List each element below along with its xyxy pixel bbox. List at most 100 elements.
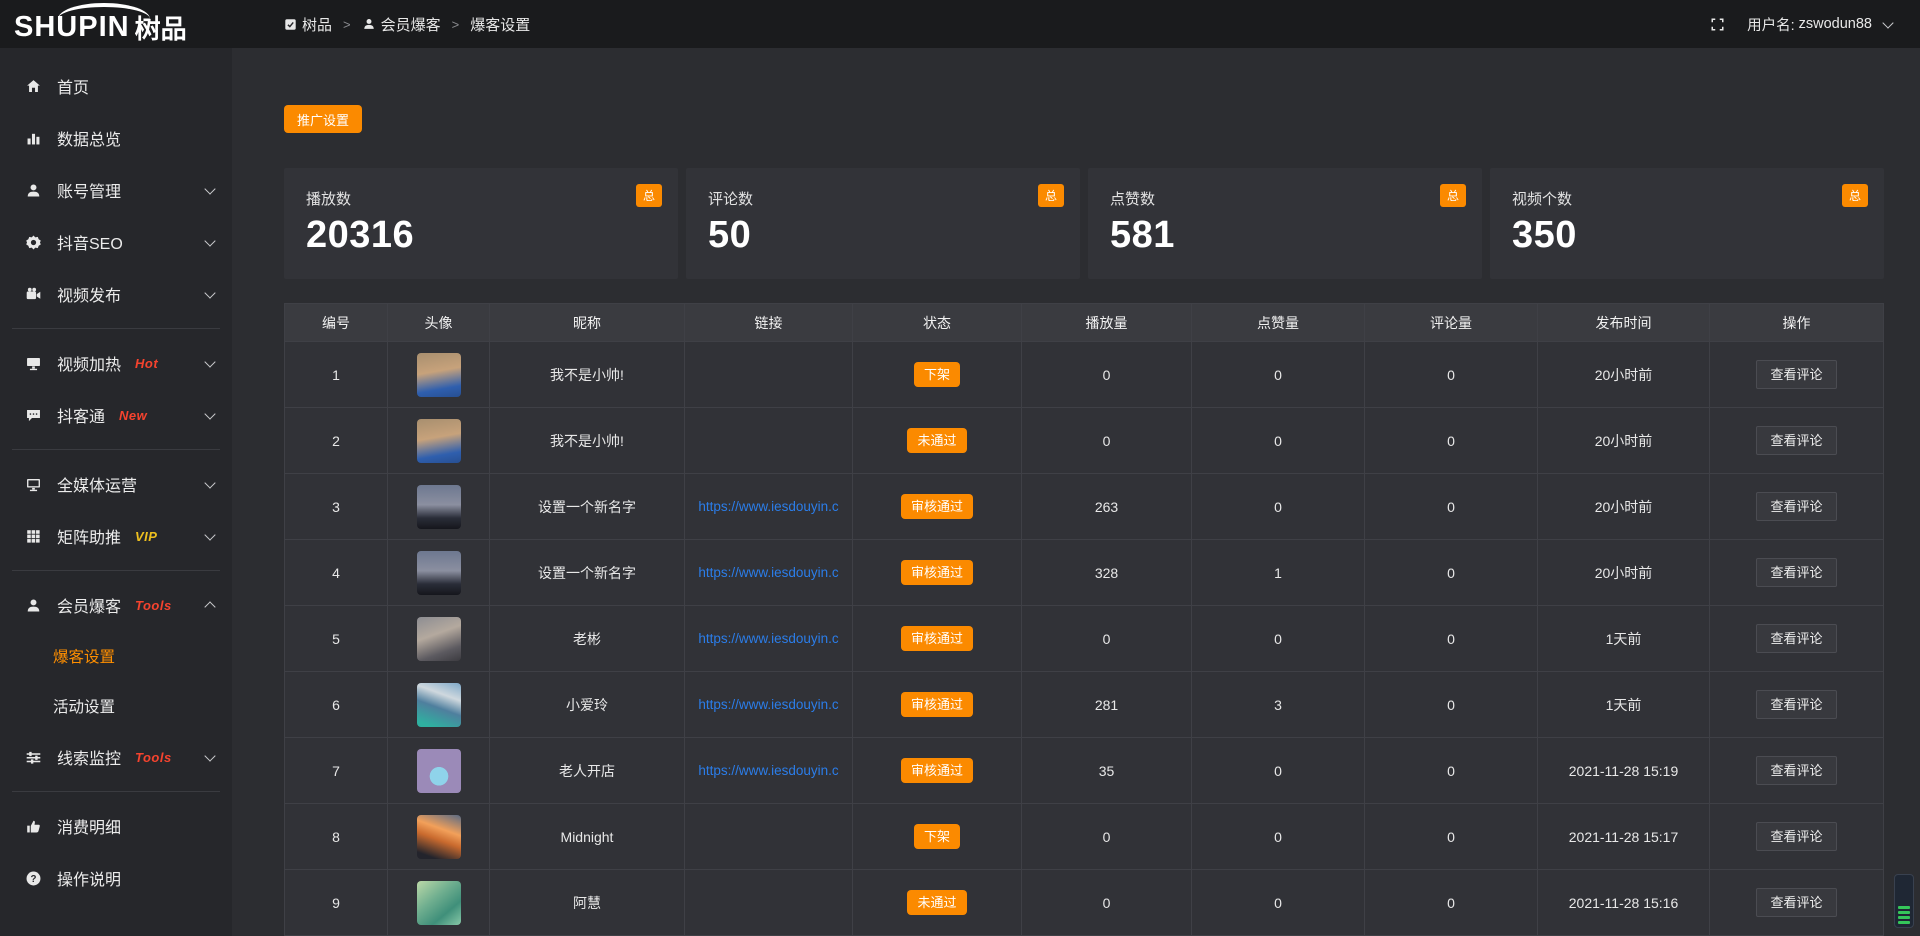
stat-value: 50	[708, 214, 1060, 257]
breadcrumb-separator: >	[452, 17, 460, 32]
column-header: 评论量	[1365, 304, 1538, 341]
cell-nickname: 我不是小帅!	[490, 408, 685, 473]
comment-icon	[24, 407, 42, 424]
chevron-down-icon	[1882, 17, 1893, 28]
cell-likes: 0	[1192, 804, 1365, 869]
sidebar-item-video-heating[interactable]: 视频加热Hot	[0, 337, 232, 389]
breadcrumb-item-shupin[interactable]: 树品	[284, 14, 332, 35]
cell-nickname: 设置一个新名字	[490, 540, 685, 605]
sidebar-item-clue-monitor[interactable]: 线索监控 Tools	[0, 731, 232, 783]
sidebar-divider	[12, 791, 220, 792]
user-menu[interactable]: 用户名: zswodun88	[1747, 14, 1892, 35]
cell-avatar	[388, 474, 490, 539]
cell-plays: 0	[1022, 804, 1192, 869]
sidebar-item-home[interactable]: 首页	[0, 60, 232, 112]
cell-actions: 查看评论	[1710, 474, 1883, 539]
table-row: 5老彬https://www.iesdouyin.c审核通过0001天前查看评论	[285, 606, 1883, 672]
view-comments-button[interactable]: 查看评论	[1756, 888, 1836, 917]
total-badge: 总	[1440, 184, 1466, 207]
sidebar-item-matrix-boost[interactable]: 矩阵助推VIP	[0, 510, 232, 562]
sidebar-item-data-overview[interactable]: 数据总览	[0, 112, 232, 164]
view-comments-button[interactable]: 查看评论	[1756, 558, 1836, 587]
sidebar-item-media-operation[interactable]: 全媒体运营	[0, 458, 232, 510]
view-comments-button[interactable]: 查看评论	[1756, 822, 1836, 851]
sidebar-item-label: 操作说明	[57, 866, 121, 890]
cell-nickname: 老人开店	[490, 738, 685, 803]
cell-link	[685, 408, 853, 473]
video-link[interactable]: https://www.iesdouyin.c	[691, 565, 846, 580]
cell-publish-time: 20小时前	[1538, 474, 1710, 539]
cell-likes: 0	[1192, 342, 1365, 407]
stats-row: 播放数20316总评论数50总点赞数581总视频个数350总	[284, 168, 1884, 279]
table-header-row: 编号头像昵称链接状态播放量点赞量评论量发布时间操作	[285, 304, 1883, 342]
cell-actions: 查看评论	[1710, 738, 1883, 803]
sidebar-subitem-baoke-settings[interactable]: 爆客设置	[0, 631, 232, 681]
sidebar-item-account-management[interactable]: 账号管理	[0, 164, 232, 216]
breadcrumb-item-baoke-settings[interactable]: 爆客设置	[470, 14, 530, 35]
breadcrumb-item-member-baoke[interactable]: 会员爆客	[362, 14, 441, 35]
cell-id: 6	[285, 672, 388, 737]
table-row: 2我不是小帅!未通过00020小时前查看评论	[285, 408, 1883, 474]
main-content: 推广设置 播放数20316总评论数50总点赞数581总视频个数350总 编号头像…	[232, 48, 1920, 936]
cell-link: https://www.iesdouyin.c	[685, 606, 853, 671]
sidebar-divider	[12, 570, 220, 571]
sidebar-item-operation-guide[interactable]: ?操作说明	[0, 852, 232, 904]
breadcrumb: 树品 > 会员爆客 > 爆客设置	[284, 14, 530, 35]
status-badge: 审核通过	[901, 560, 973, 585]
cell-likes: 3	[1192, 672, 1365, 737]
sidebar-item-member-baoke[interactable]: 会员爆客Tools	[0, 579, 232, 631]
promo-settings-button[interactable]: 推广设置	[284, 105, 362, 133]
video-link[interactable]: https://www.iesdouyin.c	[691, 499, 846, 514]
cell-id: 9	[285, 870, 388, 935]
topbar-right: 用户名: zswodun88	[1710, 14, 1920, 35]
chevron-down-icon	[204, 287, 215, 298]
view-comments-button[interactable]: 查看评论	[1756, 360, 1836, 389]
total-badge: 总	[1842, 184, 1868, 207]
app-logo[interactable]: SHUPIN 树品	[0, 0, 232, 48]
avatar	[417, 485, 461, 529]
column-header: 点赞量	[1192, 304, 1365, 341]
status-badge: 下架	[914, 362, 960, 387]
sidebar-item-consume-detail[interactable]: 消费明细	[0, 800, 232, 852]
cell-publish-time: 2021-11-28 15:16	[1538, 870, 1710, 935]
sidebar-badge-tools: Tools	[135, 750, 172, 765]
view-comments-button[interactable]: 查看评论	[1756, 426, 1836, 455]
cell-id: 5	[285, 606, 388, 671]
avatar	[417, 353, 461, 397]
sidebar-item-douyin-seo[interactable]: 抖音SEO	[0, 216, 232, 268]
cell-plays: 0	[1022, 408, 1192, 473]
chevron-up-icon	[204, 601, 215, 612]
cell-comments: 0	[1365, 672, 1538, 737]
view-comments-button[interactable]: 查看评论	[1756, 690, 1836, 719]
view-comments-button[interactable]: 查看评论	[1756, 492, 1836, 521]
column-header: 播放量	[1022, 304, 1192, 341]
sidebar-subitem-activity-settings[interactable]: 活动设置	[0, 681, 232, 731]
sidebar-item-label: 线索监控	[57, 745, 121, 769]
cell-actions: 查看评论	[1710, 672, 1883, 737]
video-link[interactable]: https://www.iesdouyin.c	[691, 631, 846, 646]
view-comments-button[interactable]: 查看评论	[1756, 624, 1836, 653]
sidebar-item-video-publish[interactable]: 视频发布	[0, 268, 232, 320]
cell-id: 8	[285, 804, 388, 869]
video-link[interactable]: https://www.iesdouyin.c	[691, 697, 846, 712]
cell-actions: 查看评论	[1710, 408, 1883, 473]
avatar	[417, 815, 461, 859]
cell-comments: 0	[1365, 738, 1538, 803]
stat-value: 350	[1512, 214, 1864, 257]
sidebar-item-douketong[interactable]: 抖客通New	[0, 389, 232, 441]
topbar: SHUPIN 树品 树品 > 会员爆客 > 爆客设置 用户名: zswodun88	[0, 0, 1920, 48]
sidebar-badge-hot: Hot	[135, 356, 158, 371]
cell-id: 7	[285, 738, 388, 803]
sidebar-item-label: 会员爆客	[57, 593, 121, 617]
cell-actions: 查看评论	[1710, 342, 1883, 407]
chart-icon	[24, 130, 42, 147]
table-row: 4设置一个新名字https://www.iesdouyin.c审核通过32810…	[285, 540, 1883, 606]
view-comments-button[interactable]: 查看评论	[1756, 756, 1836, 785]
floating-widget[interactable]	[1894, 874, 1914, 928]
video-link[interactable]: https://www.iesdouyin.c	[691, 763, 846, 778]
fullscreen-icon[interactable]	[1710, 17, 1725, 32]
breadcrumb-separator: >	[343, 17, 351, 32]
cell-avatar	[388, 672, 490, 737]
sidebar-item-label: 首页	[57, 74, 89, 98]
cell-id: 2	[285, 408, 388, 473]
